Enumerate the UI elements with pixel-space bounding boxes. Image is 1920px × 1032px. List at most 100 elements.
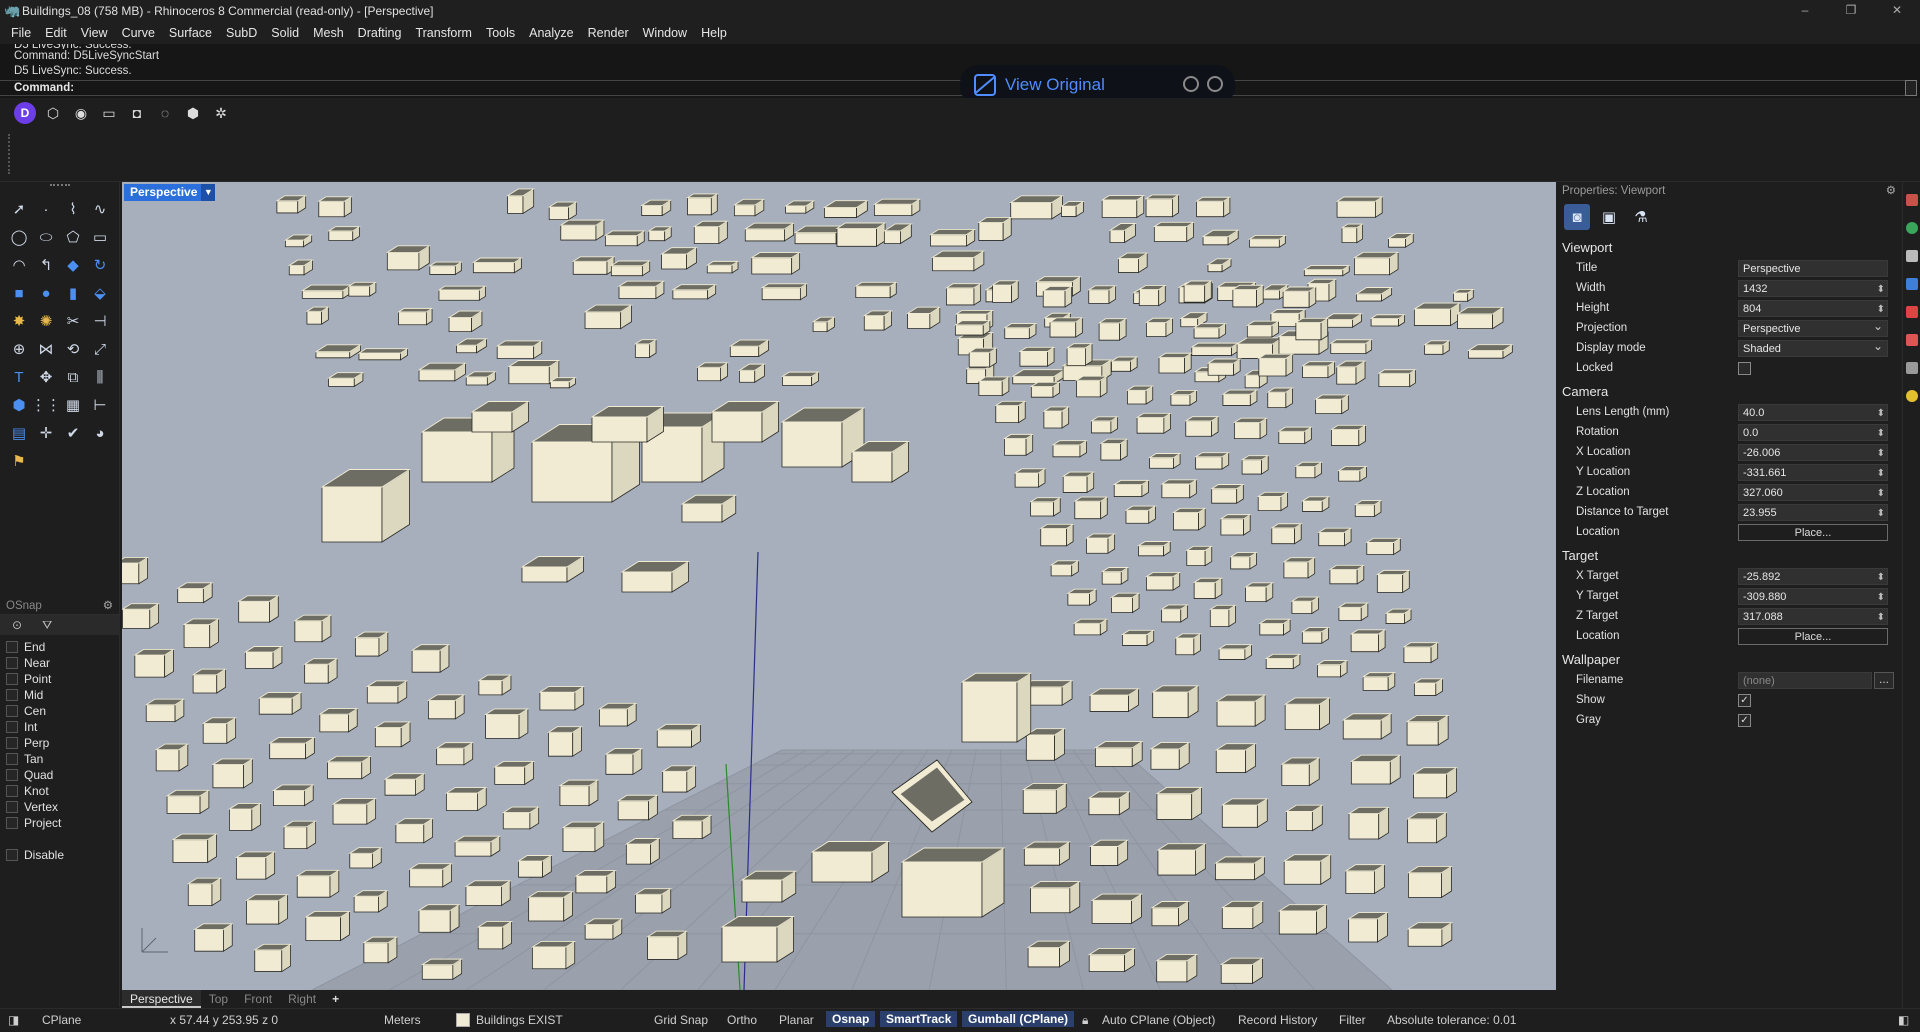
rotation-field[interactable]: 0.0 — [1738, 423, 1888, 442]
mesh-icon[interactable]: ✸ — [6, 308, 32, 334]
checkbox[interactable] — [6, 801, 18, 813]
current-layer[interactable]: Buildings EXIST — [456, 1013, 563, 1027]
osnap-tab-filter-icon[interactable]: ⛛ — [42, 618, 52, 633]
checkbox[interactable] — [6, 689, 18, 701]
menu-file[interactable]: File — [4, 26, 38, 40]
rotate-icon[interactable]: ⟲ — [60, 336, 86, 362]
title-field[interactable]: Perspective — [1738, 259, 1888, 277]
osnap-item-vertex[interactable]: Vertex — [6, 799, 119, 815]
grid-snap-toggle[interactable]: Grid Snap — [654, 1013, 708, 1027]
polygon-icon[interactable]: ⬠ — [60, 224, 86, 250]
light-icon[interactable]: ◌ — [154, 102, 176, 124]
x-location-field[interactable]: -26.006 — [1738, 443, 1888, 462]
command-prompt[interactable]: Command: — [0, 80, 1905, 96]
trim-icon[interactable]: ✂ — [60, 308, 86, 334]
viewport-menu-chevron-icon[interactable]: ▼ — [201, 184, 216, 201]
extrude-icon[interactable]: ⬙ — [87, 280, 113, 306]
viewport-camera-icon[interactable]: ◙ — [1564, 204, 1590, 230]
menu-help[interactable]: Help — [694, 26, 734, 40]
livesync-icon[interactable]: ◉ — [70, 102, 92, 124]
projection-dropdown[interactable]: Perspective — [1738, 318, 1888, 337]
polyline-icon[interactable]: ⌇ — [60, 196, 86, 222]
render-icon[interactable]: ◕ — [87, 420, 113, 446]
block-icon[interactable]: ⬢ — [6, 392, 32, 418]
checkbox[interactable] — [6, 721, 18, 733]
surface-icon[interactable]: ◆ — [60, 252, 86, 278]
menu-solid[interactable]: Solid — [264, 26, 306, 40]
height-field[interactable]: 804 — [1738, 299, 1888, 318]
cylinder-solid-icon[interactable]: ▮ — [60, 280, 86, 306]
osnap-item-near[interactable]: Near — [6, 655, 119, 671]
osnap-item-quad[interactable]: Quad — [6, 767, 119, 783]
tab-right[interactable]: Right — [280, 990, 324, 1008]
osnap-item-cen[interactable]: Cen — [6, 703, 119, 719]
snapshots-tab-icon[interactable] — [1906, 362, 1918, 374]
filename-field[interactable]: (none) — [1738, 671, 1872, 689]
rectangle-icon[interactable]: ▭ — [87, 224, 113, 250]
video-camera-icon[interactable]: ▭ — [98, 102, 120, 124]
array-icon[interactable]: ⋮⋮ — [31, 392, 61, 418]
units-label[interactable]: Meters — [384, 1013, 421, 1027]
menu-subd[interactable]: SubD — [219, 26, 264, 40]
maximize-button[interactable]: ❐ — [1828, 0, 1874, 22]
menu-mesh[interactable]: Mesh — [306, 26, 351, 40]
menu-analyze[interactable]: Analyze — [522, 26, 580, 40]
smarttrack-toggle[interactable]: SmartTrack — [880, 1011, 958, 1027]
browse-button[interactable]: ... — [1874, 671, 1894, 689]
box-icon[interactable]: ⬢ — [182, 102, 204, 124]
toolbar-grip[interactable] — [8, 134, 10, 174]
menu-window[interactable]: Window — [636, 26, 694, 40]
check-icon[interactable]: ✔ — [60, 420, 86, 446]
menu-curve[interactable]: Curve — [115, 26, 162, 40]
show-checkbox[interactable]: ✓ — [1738, 693, 1751, 707]
gumball-icon[interactable]: ✛ — [33, 420, 59, 446]
osnap-item-point[interactable]: Point — [6, 671, 119, 687]
tab-perspective[interactable]: Perspective — [122, 990, 201, 1008]
sphere-solid-icon[interactable]: ● — [33, 280, 59, 306]
osnap-item-end[interactable]: End — [6, 639, 119, 655]
box-solid-icon[interactable]: ■ — [6, 280, 32, 306]
x-target-field[interactable]: -25.892 — [1738, 567, 1888, 586]
properties-settings-icon[interactable]: ⚙ — [1886, 182, 1896, 200]
render-settings-icon[interactable]: ⚗ — [1628, 204, 1654, 230]
tab-top[interactable]: Top — [201, 990, 236, 1008]
camera-icon[interactable]: ◘ — [126, 102, 148, 124]
point-icon[interactable]: · — [33, 196, 59, 222]
menu-render[interactable]: Render — [581, 26, 636, 40]
close-button[interactable]: ✕ — [1874, 0, 1920, 22]
panel-toggle-right-icon[interactable]: ◧ — [1898, 1013, 1909, 1027]
left-toolbar-grip[interactable] — [50, 184, 70, 187]
settings-gear-icon[interactable] — [1207, 76, 1223, 92]
select-arrow-icon[interactable]: ➚ — [6, 196, 32, 222]
viewport-title-button[interactable]: Perspective ▼ — [124, 184, 216, 201]
viewport-frame-icon[interactable]: ▣ — [1596, 204, 1622, 230]
osnap-item-project[interactable]: Project — [6, 815, 119, 831]
menu-drafting[interactable]: Drafting — [351, 26, 409, 40]
osnap-toggle[interactable]: Osnap — [826, 1011, 876, 1027]
display-tab-icon[interactable] — [1906, 250, 1918, 262]
distance-to-target-field[interactable]: 23.955 — [1738, 503, 1888, 522]
dimension-icon[interactable]: ⊢ — [87, 392, 113, 418]
command-scroll-button[interactable] — [1905, 80, 1917, 96]
checkbox[interactable] — [6, 753, 18, 765]
palette-icon[interactable] — [1183, 76, 1199, 92]
gumball-toggle[interactable]: Gumball (CPlane) — [962, 1011, 1075, 1027]
location-button[interactable]: Place... — [1738, 627, 1888, 645]
curve-icon[interactable]: ∿ — [87, 196, 113, 222]
checkbox[interactable] — [6, 849, 18, 861]
scale-icon[interactable]: ⤢ — [87, 336, 113, 362]
fillet-icon[interactable]: ↰ — [33, 252, 59, 278]
filter-toggle[interactable]: Filter — [1339, 1013, 1366, 1027]
checkbox[interactable] — [6, 769, 18, 781]
revolve-icon[interactable]: ↻ — [87, 252, 113, 278]
osnap-item-mid[interactable]: Mid — [6, 687, 119, 703]
render-tab-icon[interactable] — [1906, 334, 1918, 346]
osnap-item-tan[interactable]: Tan — [6, 751, 119, 767]
mirror-icon[interactable]: ⫼ — [87, 364, 113, 390]
checkbox[interactable] — [6, 737, 18, 749]
ellipse-icon[interactable]: ⬭ — [33, 224, 59, 250]
width-field[interactable]: 1432 — [1738, 279, 1888, 298]
y-location-field[interactable]: -331.661 — [1738, 463, 1888, 482]
locked-checkbox[interactable] — [1738, 361, 1751, 375]
osnap-tab-snaps-icon[interactable]: ⊙ — [12, 618, 22, 632]
